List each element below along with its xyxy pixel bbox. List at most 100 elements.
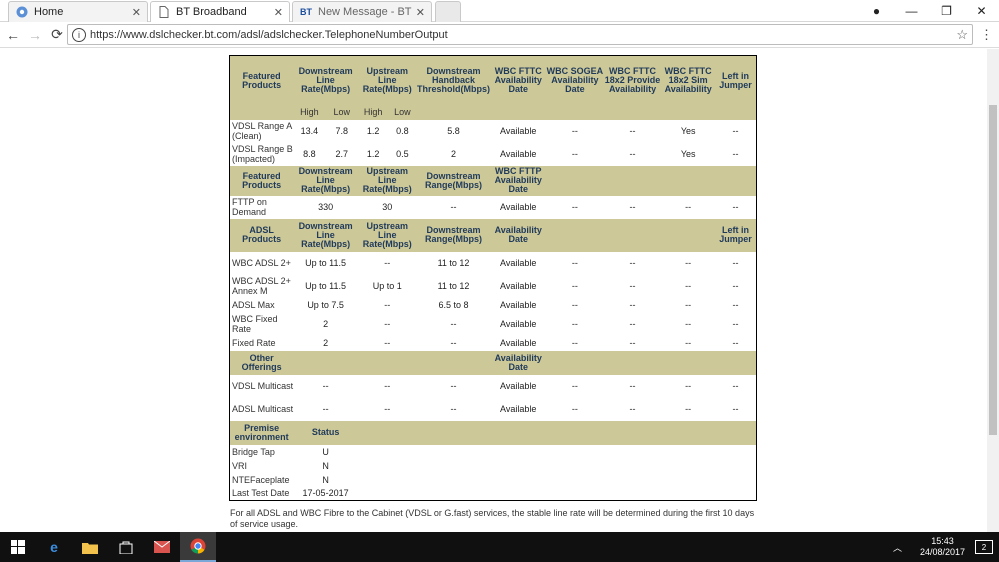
header-cell: Availability Date (490, 218, 547, 252)
table-cell: 7.8 (325, 119, 358, 143)
table-cell: Up to 11.5 (293, 251, 358, 275)
table-cell: Last Test Date (229, 486, 294, 501)
col-header: WBC FTTC 18x2 Sim Availability (661, 55, 715, 106)
header-cell (603, 350, 662, 375)
header-cell (546, 218, 604, 252)
table-cell: VDSL Multicast (229, 374, 294, 398)
header-cell (546, 350, 604, 375)
header-cell (357, 420, 757, 445)
table-cell: 5.8 (416, 119, 491, 143)
forward-arrow-icon[interactable]: → (24, 27, 46, 43)
scrollbar-thumb[interactable] (989, 105, 997, 435)
header-cell (293, 350, 358, 375)
header-cell: Downstream Range(Mbps) (416, 218, 491, 252)
col-header: Featured Products (229, 55, 294, 106)
edge-icon[interactable]: e (36, 532, 72, 562)
table-row: Bridge Tap U (229, 444, 757, 459)
tab-strip: Home ✕ BT Broadband ✕ BT New Message - B… (0, 0, 999, 22)
file-explorer-icon[interactable] (72, 532, 108, 562)
header-cell (546, 165, 604, 196)
chevron-up-icon[interactable]: ︿ (893, 541, 902, 554)
table-cell: -- (546, 251, 604, 275)
table-cell: 2 (293, 335, 358, 351)
table-cell: -- (357, 397, 417, 421)
col-header: Left in Jumper (714, 55, 757, 106)
table-cell: -- (603, 251, 662, 275)
header-cell (661, 218, 715, 252)
header-cell (661, 105, 715, 120)
info-icon[interactable]: i (72, 27, 86, 42)
tab-bt-broadband[interactable]: BT Broadband ✕ (150, 1, 290, 22)
url-input[interactable]: i https://www.dslchecker.bt.com/adsl/ads… (67, 24, 973, 45)
close-icon[interactable]: ✕ (416, 6, 425, 19)
table-cell: N (293, 458, 358, 473)
table-cell: -- (357, 335, 417, 351)
table-row: Last Test Date 17-05-2017 (229, 486, 757, 501)
table-cell: -- (714, 312, 757, 336)
table-cell: -- (546, 312, 604, 336)
table-cell: -- (546, 119, 604, 143)
table-cell: -- (714, 374, 757, 398)
new-tab-button[interactable] (435, 1, 461, 22)
table-cell: -- (661, 274, 715, 298)
table-cell: -- (603, 119, 662, 143)
reload-icon[interactable]: ⟳ (46, 26, 68, 43)
table-cell: -- (293, 374, 358, 398)
table-cell: -- (661, 251, 715, 275)
clock-date: 24/08/2017 (919, 547, 965, 557)
mail-icon[interactable] (144, 532, 180, 562)
bt-icon: BT (300, 7, 312, 17)
store-icon[interactable] (108, 532, 144, 562)
header-cell (603, 165, 662, 196)
table-row: WBC ADSL 2+ Annex M Up to 11.5 Up to 1 1… (229, 274, 757, 298)
table-cell: ADSL Multicast (229, 397, 294, 421)
adsl-header-row: ADSL Products Downstream Line Rate(Mbps)… (229, 218, 757, 252)
windows-start-icon[interactable] (0, 532, 36, 562)
table-cell (357, 458, 757, 473)
table-cell: -- (661, 397, 715, 421)
table-cell: -- (546, 274, 604, 298)
tab-home[interactable]: Home ✕ (8, 1, 148, 22)
table-cell: Yes (661, 142, 715, 166)
sub-header: High (293, 105, 326, 120)
table-cell: -- (546, 335, 604, 351)
chrome-taskbar-icon[interactable] (180, 532, 216, 562)
table-cell: -- (603, 312, 662, 336)
table-cell: -- (714, 397, 757, 421)
close-icon[interactable]: ✕ (132, 6, 141, 19)
notification-icon[interactable]: 2 (975, 540, 993, 554)
back-arrow-icon[interactable]: ← (2, 27, 24, 43)
table-cell: Available (490, 251, 547, 275)
clock[interactable]: 15:43 24/08/2017 (920, 536, 965, 558)
table-cell: 11 to 12 (416, 251, 491, 275)
sub-header: High (357, 105, 389, 120)
tab-new-message[interactable]: BT New Message - BTCare C ✕ (292, 1, 432, 22)
restore-icon[interactable]: ❐ (929, 4, 964, 18)
close-window-icon[interactable]: ✕ (964, 4, 999, 18)
page-scrollbar[interactable] (987, 49, 999, 532)
header-cell (714, 350, 757, 375)
table-cell: -- (546, 297, 604, 313)
table-cell: -- (603, 374, 662, 398)
header-cell: Left in Jumper (714, 218, 757, 252)
header-cell (416, 105, 491, 120)
bookmark-star-icon[interactable]: ☆ (956, 27, 968, 43)
table-cell: -- (603, 195, 662, 219)
col-header: Upstream Line Rate(Mbps) (357, 55, 417, 106)
table-cell: -- (714, 195, 757, 219)
table-cell: -- (546, 142, 604, 166)
close-icon[interactable]: ✕ (274, 6, 283, 19)
menu-icon[interactable]: ⋮ (980, 27, 993, 43)
sub-header-row: High Low High Low (229, 105, 757, 120)
col-header: WBC FTTC 18x2 Provide Availability (603, 55, 662, 106)
account-icon[interactable]: ● (859, 4, 894, 18)
header-cell (714, 105, 757, 120)
table-cell: 1.2 (357, 142, 389, 166)
vdsl-header-row: Featured Products Downstream Line Rate(M… (229, 55, 757, 106)
minimize-icon[interactable]: — (894, 4, 929, 18)
table-cell: 11 to 12 (416, 274, 491, 298)
table-cell: 13.4 (293, 119, 326, 143)
table-cell: -- (357, 251, 417, 275)
clock-time: 15:43 (931, 536, 954, 546)
table-cell (357, 486, 757, 501)
